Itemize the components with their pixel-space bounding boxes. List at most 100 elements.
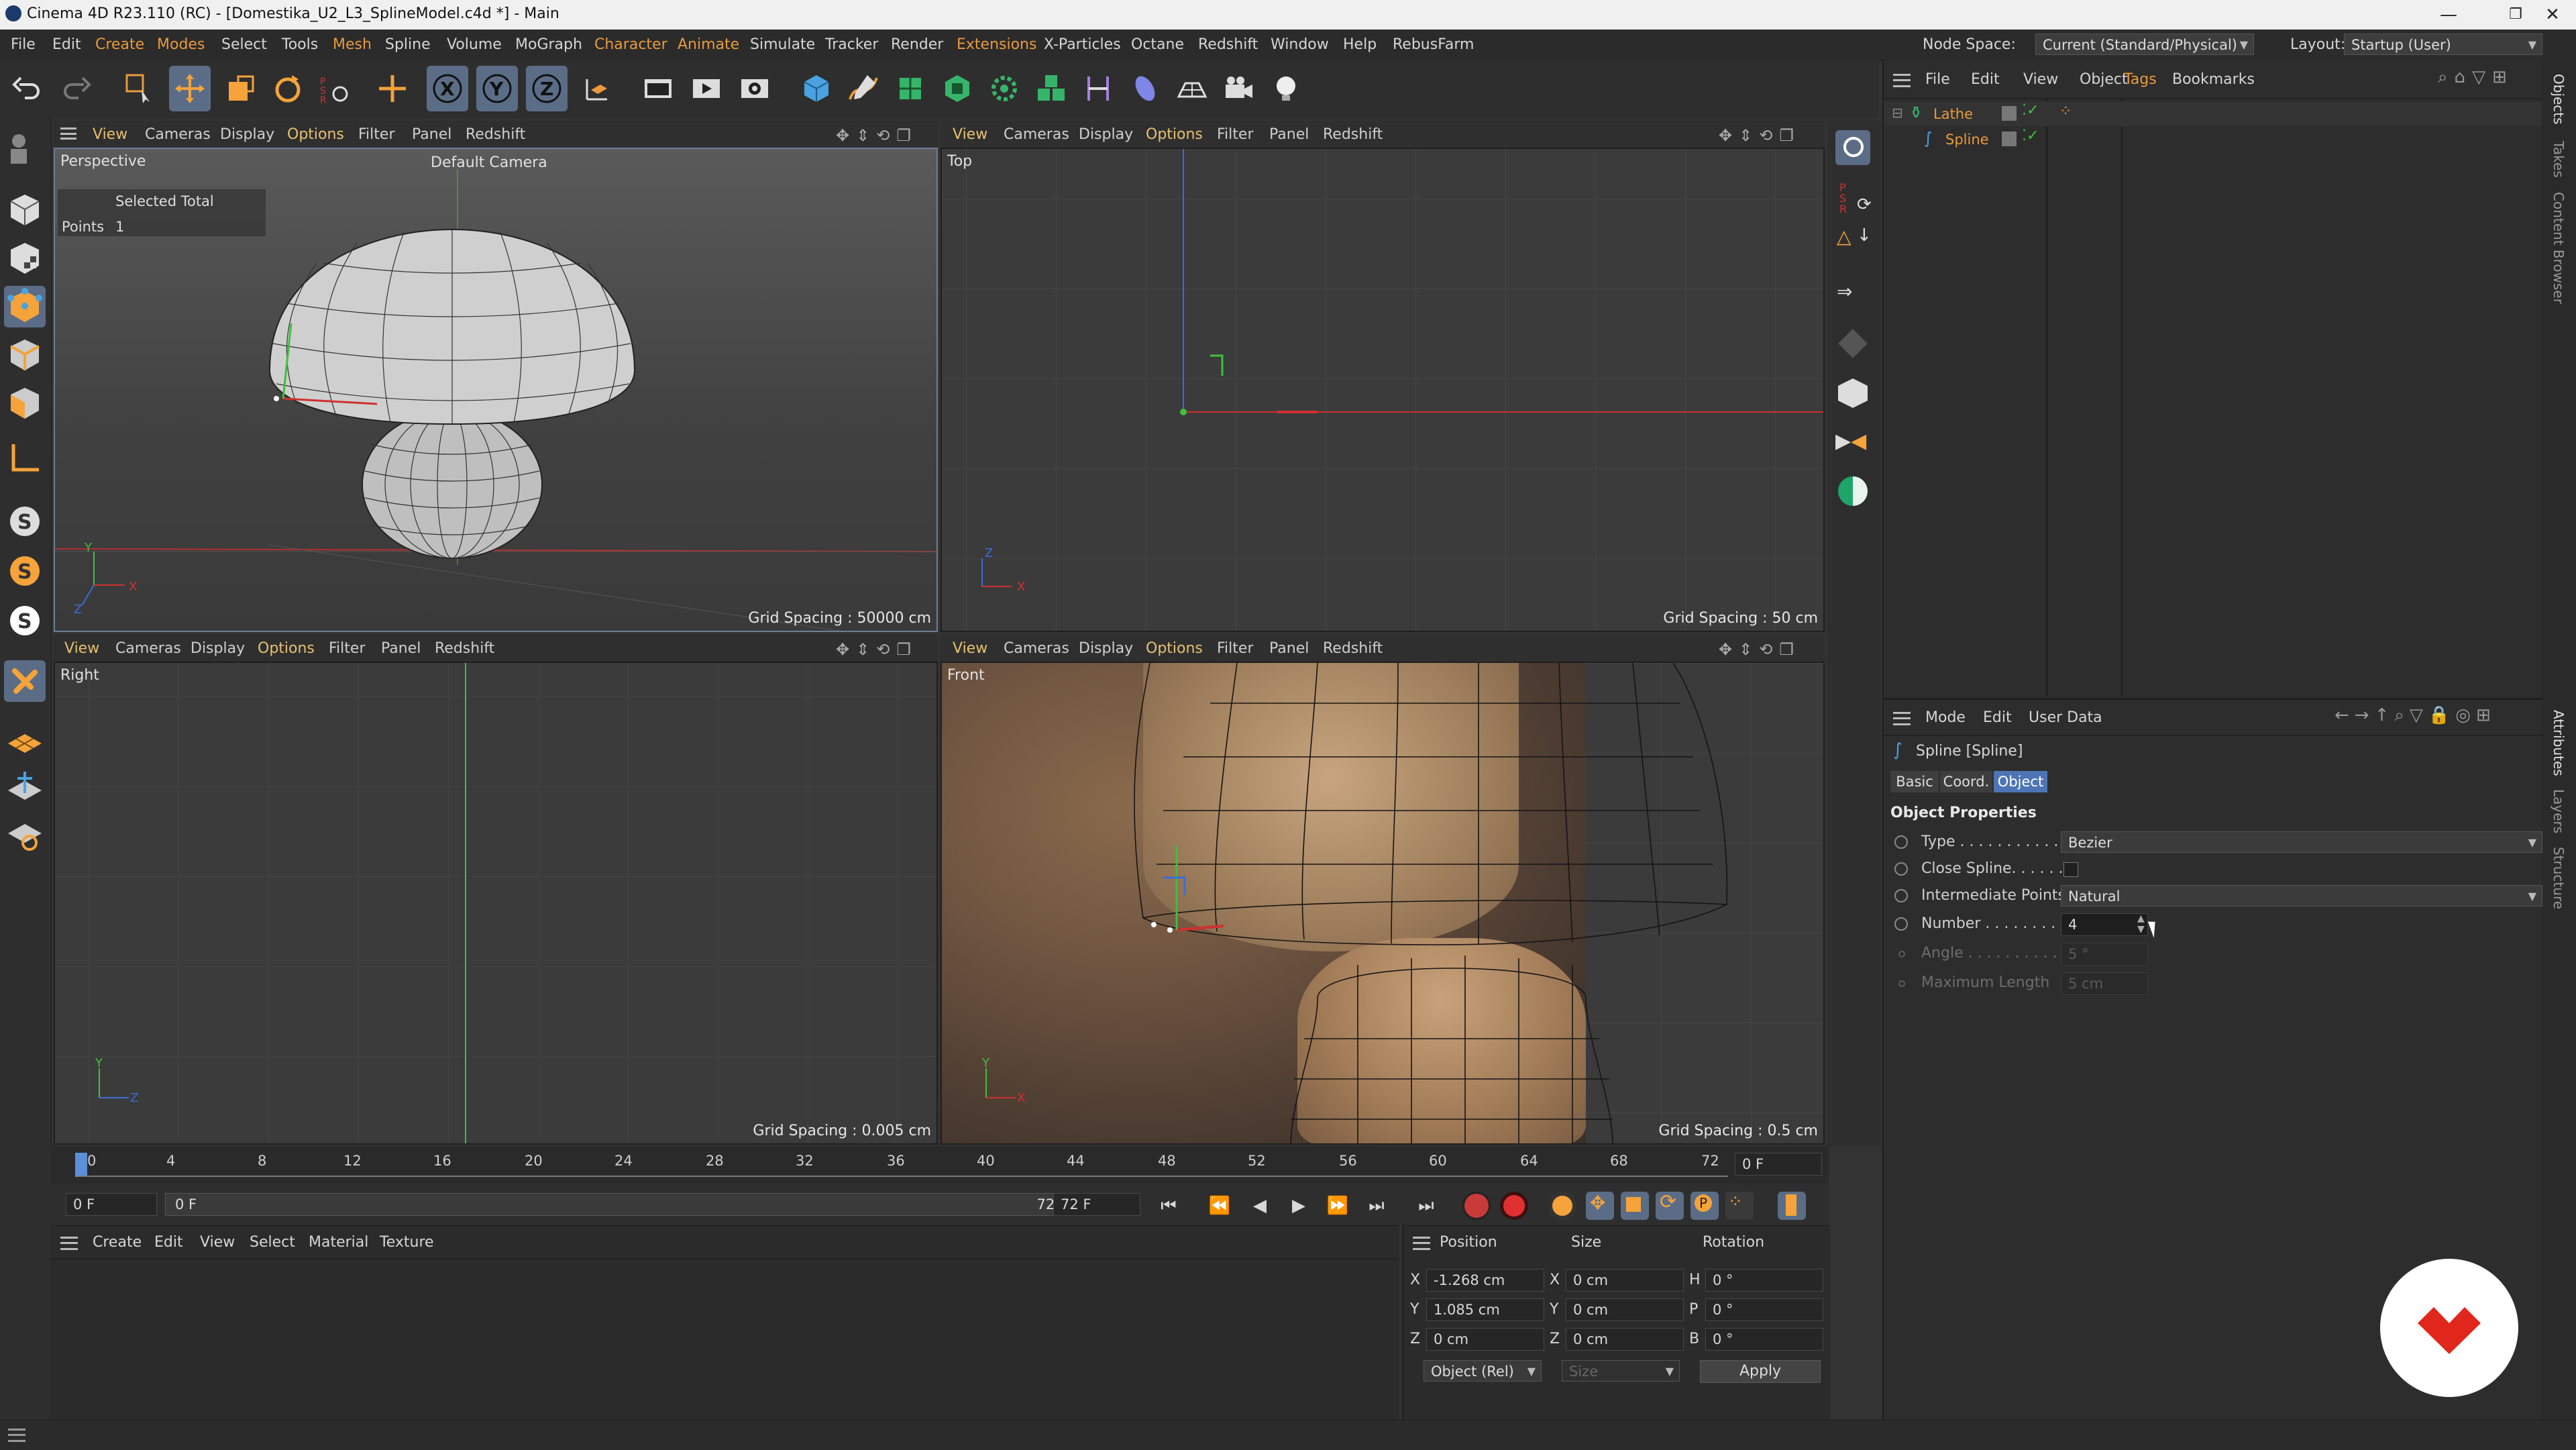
- menu-octane[interactable]: Octane: [1131, 36, 1184, 53]
- viewport-menu-display[interactable]: Display: [1079, 640, 1133, 657]
- material-menu-select[interactable]: Select: [250, 1234, 295, 1251]
- object-menu-object[interactable]: Object: [2080, 71, 2128, 88]
- hamburger-icon[interactable]: [60, 127, 76, 140]
- viewport-menu-display[interactable]: Display: [1079, 126, 1133, 143]
- move-tool-button[interactable]: [169, 66, 211, 111]
- material-sphere-icon[interactable]: [1838, 476, 1868, 506]
- viewport-menu-cameras[interactable]: Cameras: [115, 640, 181, 657]
- viewport-menu-filter[interactable]: Filter: [358, 126, 394, 143]
- record-position-icon[interactable]: ✥: [1586, 1192, 1614, 1220]
- cube-icon[interactable]: [1838, 378, 1868, 408]
- menu-modes[interactable]: Modes: [157, 36, 205, 53]
- current-frame-field[interactable]: 0 F: [1735, 1153, 1822, 1176]
- material-menu-view[interactable]: View: [200, 1234, 235, 1251]
- viewport-menu-view[interactable]: View: [64, 640, 99, 657]
- top-viewport[interactable]: Top Z X Grid Spacing : 50 cm: [941, 148, 1825, 632]
- keyframe-dot-icon[interactable]: [1894, 835, 1908, 849]
- viewport-menu-redshift[interactable]: Redshift: [1323, 640, 1383, 657]
- material-menu-material[interactable]: Material: [309, 1234, 368, 1251]
- timeline-ruler[interactable]: 0 4 8 12 16 20 24 28 32 36 40 44 48 52 5…: [51, 1146, 1829, 1184]
- object-name[interactable]: Lathe: [1933, 106, 1973, 122]
- viewport-menu-display[interactable]: Display: [191, 640, 245, 657]
- side-tab-structure[interactable]: Structure: [2551, 847, 2567, 909]
- keyframe-dot-icon[interactable]: [1894, 862, 1908, 876]
- object-menu-edit[interactable]: Edit: [1971, 71, 2000, 88]
- viewport-menu-options[interactable]: Options: [1146, 126, 1203, 143]
- coordinate-system-button[interactable]: [576, 66, 617, 111]
- render-view-button[interactable]: [637, 66, 679, 111]
- menu-mesh[interactable]: Mesh: [333, 36, 372, 53]
- perspective-viewport[interactable]: Perspective Default Camera Selected Tota…: [54, 148, 938, 632]
- triangle-icon[interactable]: △: [1837, 225, 1851, 248]
- floor-environment-button[interactable]: [1171, 66, 1213, 111]
- menu-render[interactable]: Render: [891, 36, 943, 53]
- rotation-b-field[interactable]: 0 °: [1705, 1328, 1823, 1351]
- rotate-tool-button[interactable]: [267, 66, 309, 111]
- object-menu-tags[interactable]: Tags: [2124, 71, 2157, 88]
- position-z-field[interactable]: 0 cm: [1426, 1328, 1544, 1351]
- next-frame-icon[interactable]: ⏩: [1324, 1193, 1351, 1219]
- record-rotation-icon[interactable]: ⟳: [1656, 1190, 1684, 1220]
- position-x-field[interactable]: -1.268 cm: [1426, 1269, 1544, 1292]
- tab-basic[interactable]: Basic: [1890, 771, 1939, 792]
- viewport-menu-view[interactable]: View: [93, 126, 127, 143]
- close-spline-checkbox[interactable]: [2063, 862, 2078, 877]
- intermediate-points-select[interactable]: Natural ▼: [2061, 885, 2542, 907]
- redo-button[interactable]: [56, 66, 98, 111]
- points-mode-button[interactable]: [4, 286, 46, 327]
- size-z-field[interactable]: 0 cm: [1566, 1328, 1684, 1351]
- coordinate-mode-select[interactable]: Object (Rel) ▼: [1424, 1360, 1542, 1382]
- attr-menu-user-data[interactable]: User Data: [2029, 709, 2102, 726]
- viewport-menu-view[interactable]: View: [953, 640, 987, 657]
- number-stepper-icon[interactable]: ▲ ▼: [2137, 913, 2145, 935]
- scheme-settings-icon[interactable]: [1778, 1192, 1806, 1220]
- menu-animate[interactable]: Animate: [678, 36, 739, 53]
- previous-frame-icon[interactable]: ◀: [1246, 1193, 1273, 1219]
- viewport-menu-redshift[interactable]: Redshift: [466, 126, 525, 143]
- play-icon[interactable]: ▶: [1285, 1193, 1312, 1219]
- solo-off-button[interactable]: S: [4, 600, 46, 641]
- side-tab-objects[interactable]: Objects: [2551, 74, 2567, 125]
- viewport-menu-redshift[interactable]: Redshift: [435, 640, 494, 657]
- menu-redshift[interactable]: Redshift: [1198, 36, 1258, 53]
- viewport-nav-icons[interactable]: ✥⇕⟲❐: [836, 126, 918, 145]
- timeline-playhead[interactable]: [75, 1153, 87, 1177]
- menu-mograph[interactable]: MoGraph: [515, 36, 582, 53]
- size-mode-select[interactable]: Size ▼: [1562, 1360, 1680, 1382]
- size-y-field[interactable]: 0 cm: [1566, 1298, 1684, 1321]
- workplane-button[interactable]: [4, 719, 46, 761]
- camera-button[interactable]: [1218, 66, 1260, 111]
- material-menu-edit[interactable]: Edit: [154, 1234, 183, 1251]
- layer-icon[interactable]: [2002, 132, 2017, 146]
- attr-menu-edit[interactable]: Edit: [1983, 709, 2012, 726]
- viewport-menu-filter[interactable]: Filter: [329, 640, 365, 657]
- object-row-lathe[interactable]: ⊟ ⚱ Lathe ⁚✓ ⁘: [1884, 102, 2541, 126]
- menu-volume[interactable]: Volume: [447, 36, 502, 53]
- x-axis-lock-button[interactable]: X: [427, 66, 468, 111]
- previous-key-icon[interactable]: ⏪: [1206, 1193, 1233, 1219]
- viewport-menu-panel[interactable]: Panel: [1269, 640, 1309, 657]
- end-frame-field[interactable]: 72 F: [1053, 1193, 1140, 1216]
- cube-primitive-button[interactable]: [796, 66, 837, 111]
- mograph-cloner-button[interactable]: [1030, 66, 1072, 111]
- undo-button[interactable]: [5, 66, 47, 111]
- psr-reset-button[interactable]: PSR: [314, 66, 356, 111]
- hamburger-icon[interactable]: [8, 1429, 25, 1442]
- make-editable-button[interactable]: [4, 127, 46, 169]
- solo-mode-button[interactable]: S: [4, 501, 46, 542]
- pen-spline-button[interactable]: [843, 66, 884, 111]
- menu-tracker[interactable]: Tracker: [825, 36, 878, 53]
- extrude-generator-button[interactable]: [936, 66, 978, 111]
- record-point-level-icon[interactable]: ⁘: [1725, 1192, 1754, 1220]
- go-to-start-icon[interactable]: ⏮: [1155, 1193, 1182, 1219]
- start-frame-field[interactable]: 0 F: [66, 1193, 157, 1216]
- rotate-icon[interactable]: ⟳: [1857, 195, 1872, 215]
- polygons-mode-button[interactable]: [4, 382, 46, 424]
- locked-workplane-button[interactable]: [4, 813, 46, 855]
- record-scale-icon[interactable]: [1621, 1192, 1649, 1220]
- menu-spline[interactable]: Spline: [385, 36, 431, 53]
- viewport-menu-cameras[interactable]: Cameras: [145, 126, 211, 143]
- autokey-icon[interactable]: [1500, 1192, 1528, 1220]
- z-axis-lock-button[interactable]: Z: [526, 66, 568, 111]
- type-select[interactable]: Bezier ▼: [2061, 831, 2542, 853]
